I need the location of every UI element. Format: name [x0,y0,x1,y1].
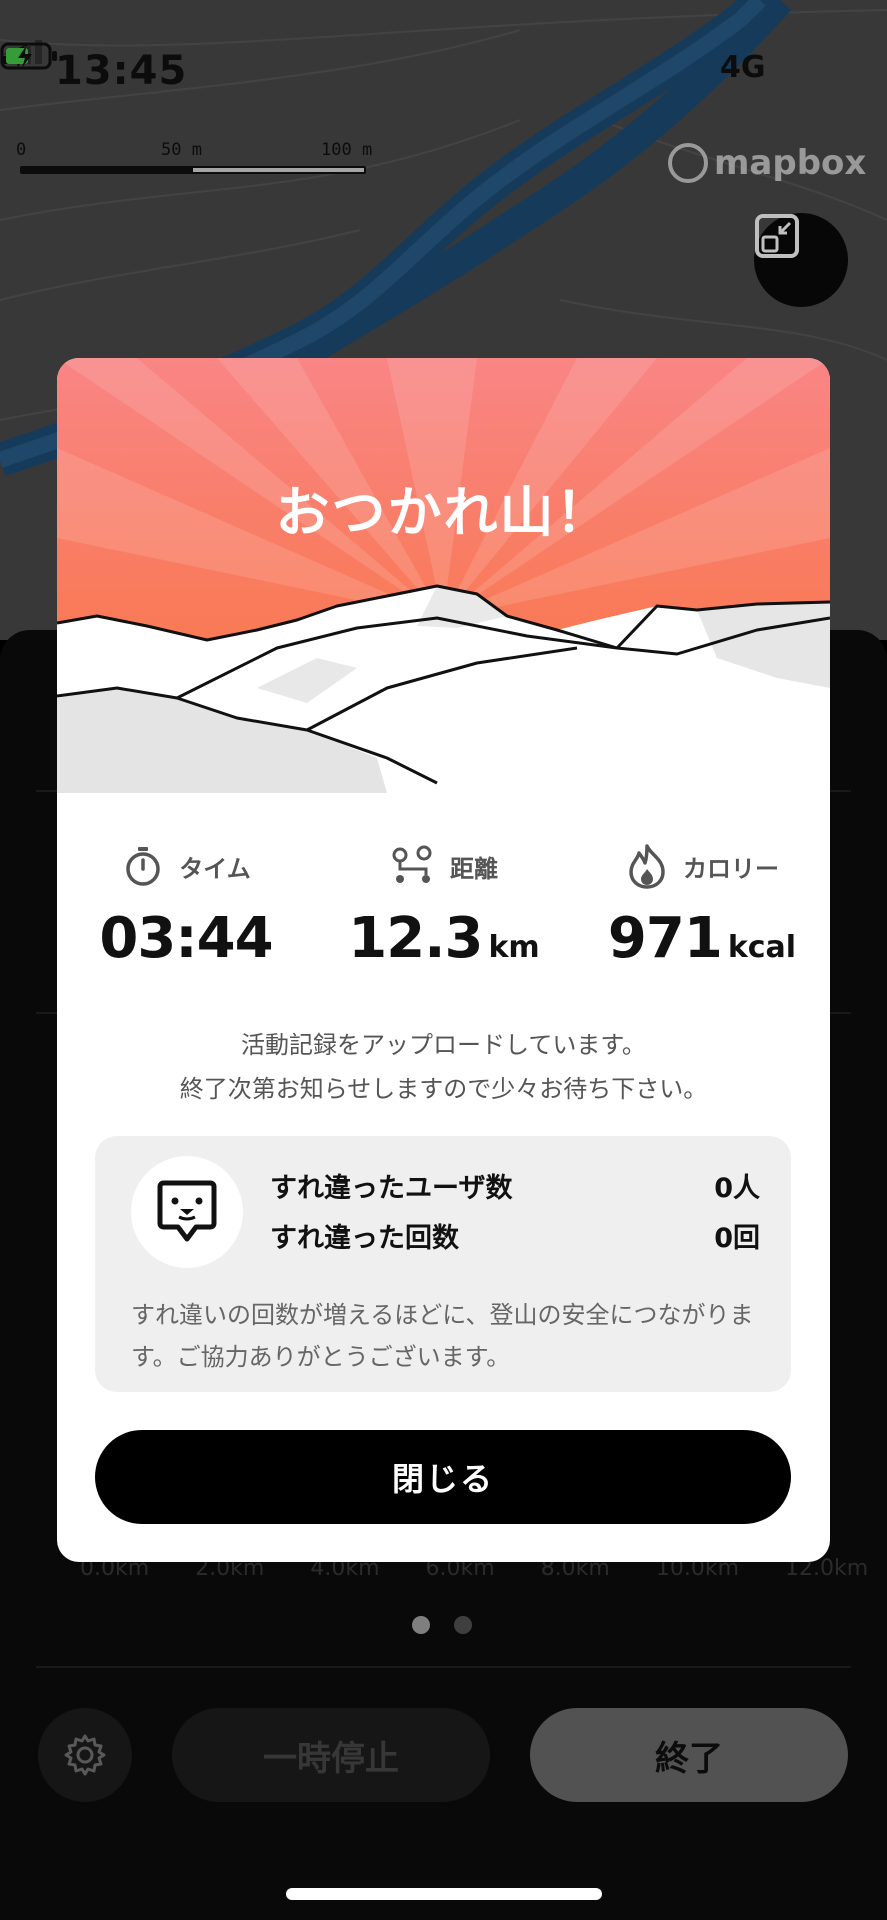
passing-icon-badge [131,1156,243,1268]
upload-message-line: 終了次第お知らせしますので少々お待ち下さい。 [179,1075,708,1103]
stat-distance-unit: km [488,930,540,965]
stat-distance: 距離 12.3 km [315,838,573,971]
stat-calories: カロリー 971 kcal [573,838,830,971]
home-indicator[interactable] [286,1888,602,1900]
stat-time-label: タイム [179,854,251,883]
route-icon [392,845,432,883]
passed-count-value: 0回 [714,1223,760,1254]
stat-distance-label: 距離 [450,854,498,883]
passing-info-card: すれ違ったユーザ数 0人 すれ違った回数 0回 すれ違いの回数が増えるほどに、登… [95,1136,791,1392]
stat-time-value: 03:44 [99,906,273,971]
hero-banner: おつかれ山！ [57,358,830,793]
passed-users-value: 0人 [714,1173,760,1204]
stat-calories-label: カロリー [683,854,779,883]
passed-users-row: すれ違ったユーザ数 0人 [270,1166,760,1205]
upload-message-line: 活動記録をアップロードしています。 [241,1031,646,1059]
mountain-illustration [57,358,830,793]
stat-calories-unit: kcal [727,930,797,965]
activity-stats: タイム 03:44 距離 12.3 km カロリー 971 kcal [57,838,830,978]
modal-title: おつかれ山！ [275,481,612,544]
stat-calories-value: 971 [607,906,723,971]
flame-icon [629,844,665,889]
passed-count-label: すれ違った回数 [270,1223,459,1254]
completion-modal: おつかれ山！ タイム 03:44 距離 12.3 km カロリー 971 kca… [57,358,830,1562]
stopwatch-icon [126,847,160,886]
close-button[interactable]: 閉じる [95,1430,791,1524]
passing-note: すれ違いの回数が増えるほどに、登山の安全につながります。ご協力ありがとうございま… [131,1301,754,1371]
passed-count-row: すれ違った回数 0回 [270,1216,760,1255]
stat-time: タイム 03:44 [57,838,315,971]
stat-distance-value: 12.3 [348,906,483,971]
upload-message: 活動記録をアップロードしています。 終了次第お知らせしますので少々お待ち下さい。 [57,1023,830,1111]
passed-users-label: すれ違ったユーザ数 [270,1173,513,1204]
face-bubble-icon [157,1180,217,1242]
